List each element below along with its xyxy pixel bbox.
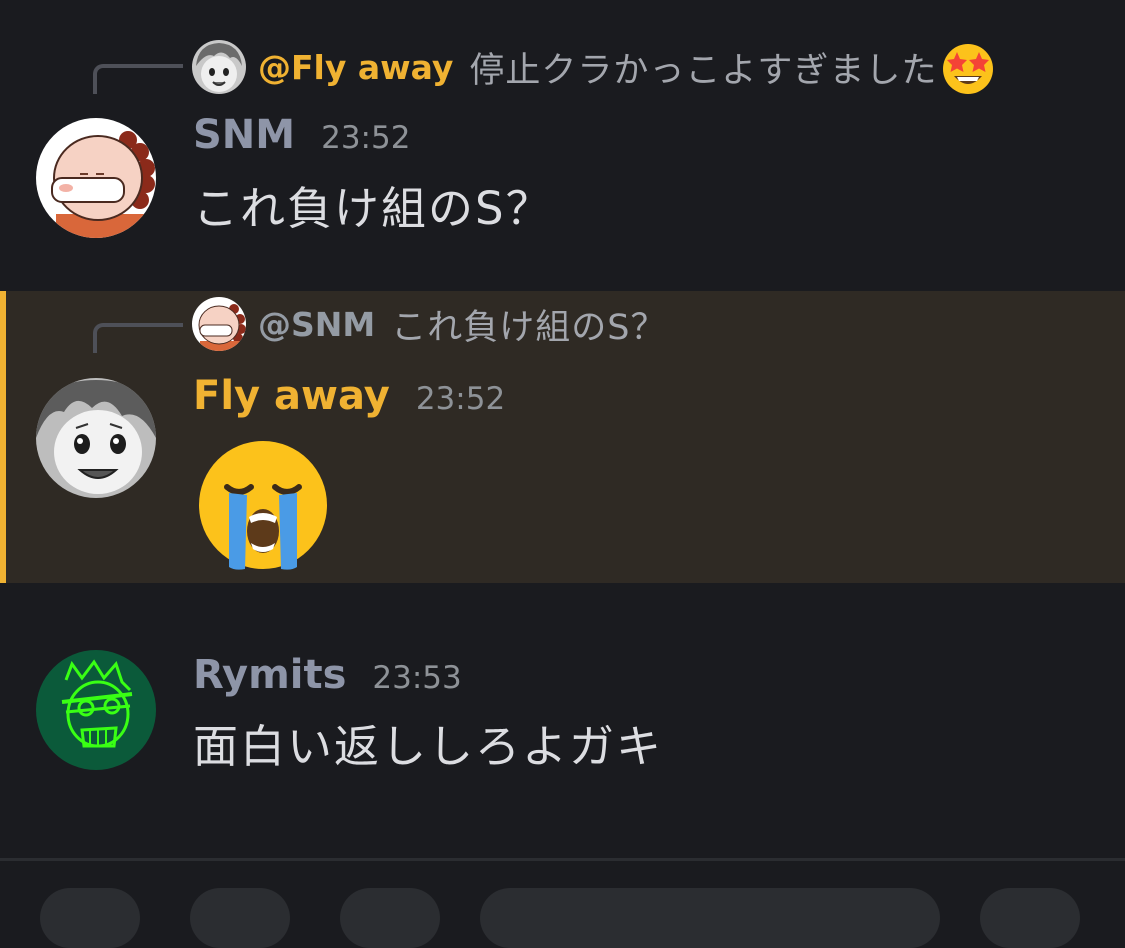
message-header: Fly away 23:52 <box>193 373 505 419</box>
reply-text: 停止クラかっこよすぎました <box>469 50 938 91</box>
message-fly-away: @SNM これ負け組のS？ Fly away 23:52 <box>0 291 1125 583</box>
reply-preview[interactable]: @SNM これ負け組のS？ <box>192 297 666 351</box>
manga-boy-avatar <box>192 40 246 94</box>
author-name[interactable]: SNM <box>193 112 295 158</box>
reply-author[interactable]: @SNM <box>258 305 375 344</box>
mention-indicator <box>0 291 6 583</box>
timestamp: 23:53 <box>372 660 462 696</box>
composer-plus-button[interactable] <box>40 888 140 948</box>
message-snm: @Fly away 停止クラかっこよすぎました SNM 23:52 これ負け組の… <box>0 0 1125 290</box>
message-text: これ負け組のS？ <box>193 182 553 235</box>
timestamp: 23:52 <box>321 120 411 156</box>
bald-man-avatar[interactable] <box>36 118 156 238</box>
composer-voice-button[interactable] <box>980 888 1080 948</box>
loudly-crying-emoji-icon <box>199 441 327 570</box>
message-rymits: Rymits 23:53 面白い返ししろよガキ <box>0 584 1125 858</box>
green-neon-character-avatar[interactable] <box>36 650 156 770</box>
reply-text: これ負け組のS？ <box>391 307 667 348</box>
reply-connector <box>93 64 183 94</box>
author-name[interactable]: Fly away <box>193 373 390 419</box>
reply-author[interactable]: @Fly away <box>258 48 453 87</box>
message-header: Rymits 23:53 <box>193 652 462 698</box>
message-header: SNM 23:52 <box>193 112 410 158</box>
message-text: 面白い返ししろよガキ <box>193 720 664 773</box>
reply-preview[interactable]: @Fly away 停止クラかっこよすぎました <box>192 40 997 94</box>
author-name[interactable]: Rymits <box>193 652 346 698</box>
timestamp: 23:52 <box>415 381 506 417</box>
bald-man-avatar <box>192 297 246 351</box>
manga-boy-avatar[interactable] <box>36 378 156 498</box>
star-struck-emoji-icon <box>943 44 994 94</box>
composer-gift-button[interactable] <box>340 888 440 948</box>
reply-connector <box>93 323 183 353</box>
composer-apps-button[interactable] <box>190 888 290 948</box>
message-input[interactable] <box>480 888 940 948</box>
